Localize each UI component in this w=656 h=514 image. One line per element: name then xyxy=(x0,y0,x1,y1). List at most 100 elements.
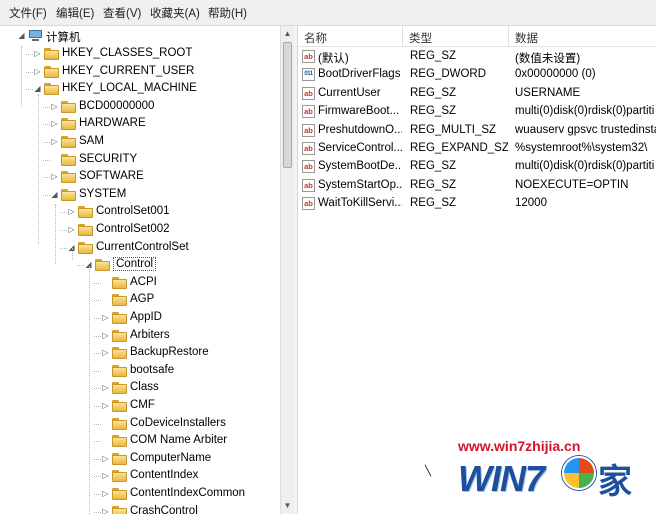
folder-icon xyxy=(95,259,110,272)
tree-node-label: CMF xyxy=(130,399,155,411)
tree-node[interactable]: ▷ CMF xyxy=(0,398,280,415)
mouse-cursor-icon: ╲ xyxy=(425,466,432,477)
expand-icon[interactable]: ▷ xyxy=(50,172,59,182)
column-header-name[interactable]: 名称 xyxy=(304,30,327,46)
tree-node-label: SYSTEM xyxy=(79,187,127,200)
expand-icon[interactable]: ▷ xyxy=(101,489,110,499)
watermark-logo-text: WIN7 xyxy=(458,458,545,499)
folder-icon xyxy=(112,435,127,448)
tree-node[interactable]: ▷ ControlSet001 xyxy=(0,204,280,221)
menu-bar: 文件(F) 编辑(E) 查看(V) 收藏夹(A) 帮助(H) xyxy=(0,0,656,26)
tree-node[interactable]: ▷ Class xyxy=(0,380,280,397)
folder-icon xyxy=(61,153,76,166)
expand-icon[interactable]: ▷ xyxy=(101,383,110,393)
expand-icon[interactable]: ▷ xyxy=(33,67,42,77)
folder-icon xyxy=(78,206,93,219)
folder-icon xyxy=(112,400,127,412)
tree-node[interactable]: ▷ HKEY_CURRENT_USER xyxy=(0,64,280,81)
value-row[interactable]: ab WaitToKillServi... REG_SZ 12000 xyxy=(298,195,656,213)
expand-icon[interactable]: ▷ xyxy=(101,331,110,341)
collapse-icon[interactable]: ◢ xyxy=(17,31,26,41)
expand-icon[interactable]: ▷ xyxy=(67,225,76,235)
expand-icon[interactable]: ▷ xyxy=(50,137,59,147)
tree-node[interactable]: ▷ SAM xyxy=(0,134,280,151)
scroll-thumb[interactable] xyxy=(283,42,292,168)
tree-node[interactable]: CoDeviceInstallers xyxy=(0,416,280,433)
expand-icon[interactable]: ▷ xyxy=(33,49,42,59)
tree-node[interactable]: COM Name Arbiter xyxy=(0,433,280,450)
column-header-type[interactable]: 类型 xyxy=(409,30,432,46)
value-type: REG_SZ xyxy=(410,160,457,173)
tree-node[interactable]: bootsafe xyxy=(0,363,280,380)
tree-scrollbar[interactable]: ▲ ▼ xyxy=(280,26,294,514)
tree-node[interactable]: AGP xyxy=(0,292,280,309)
tree-node-computer[interactable]: ◢ 计算机 xyxy=(0,28,200,45)
tree-node[interactable]: SECURITY xyxy=(0,152,280,169)
menu-favorites[interactable]: 收藏夹(A) xyxy=(150,5,200,21)
tree-node[interactable]: ◢ SYSTEM xyxy=(0,187,280,204)
tree-node-label: HARDWARE xyxy=(79,117,146,130)
tree-node[interactable]: ◢ CurrentControlSet xyxy=(0,240,280,257)
menu-help[interactable]: 帮助(H) xyxy=(208,5,247,21)
menu-file[interactable]: 文件(F) xyxy=(9,5,47,21)
tree-node-label: BCD00000000 xyxy=(79,99,155,112)
menu-edit[interactable]: 编辑(E) xyxy=(56,5,94,21)
expand-icon[interactable]: ▷ xyxy=(101,471,110,481)
value-row[interactable]: ab FirmwareBoot... REG_SZ multi(0)disk(0)rd… xyxy=(298,103,656,121)
column-header-data[interactable]: 数据 xyxy=(515,30,538,46)
value-row[interactable]: ab ServiceControl... REG_EXPAND_SZ %systemr… xyxy=(298,140,656,158)
tree-node[interactable]: ACPI xyxy=(0,275,280,292)
value-row[interactable]: ab SystemStartOp... REG_SZ NOEXECUTE=OPTIN xyxy=(298,177,656,195)
value-name: WaitToKillServi... xyxy=(318,197,402,210)
tree-node[interactable]: ▷ AppID xyxy=(0,310,280,327)
tree-node-label: CoDeviceInstallers xyxy=(130,416,226,429)
scroll-down-icon[interactable]: ▼ xyxy=(283,501,292,511)
tree-node-label: ContentIndexCommon xyxy=(130,487,246,499)
expand-icon[interactable]: ▷ xyxy=(101,348,110,358)
expand-icon[interactable]: ▷ xyxy=(101,454,110,464)
menu-view[interactable]: 查看(V) xyxy=(103,5,141,21)
tree-node[interactable]: ▷ HARDWARE xyxy=(0,116,280,133)
folder-icon xyxy=(112,294,127,307)
tree-node[interactable]: ▷ Arbiters xyxy=(0,328,280,345)
tree-node-label: Arbiters xyxy=(130,328,170,341)
tree-node-label: BackupRestore xyxy=(130,346,209,359)
tree-node[interactable]: ▷ SOFTWARE xyxy=(0,169,280,186)
value-row[interactable]: ab SystemBootDe... REG_SZ multi(0)disk(0)rd… xyxy=(298,158,656,176)
expand-icon[interactable]: ▷ xyxy=(101,507,110,514)
value-row[interactable]: ab PreshutdownO... REG_MULTI_SZ wuauserv gp… xyxy=(298,122,656,140)
expand-icon[interactable]: ▷ xyxy=(50,119,59,129)
value-name: ServiceControl... xyxy=(318,142,402,154)
tree-node-label: Control xyxy=(113,257,157,272)
value-row[interactable]: ab CurrentUser REG_SZ USERNAME xyxy=(298,85,656,103)
tree-node-label: AppID xyxy=(130,311,162,323)
tree-node[interactable]: ◢ Control xyxy=(0,257,280,274)
tree-node[interactable]: ▷ ComputerName xyxy=(0,451,280,468)
folder-icon xyxy=(44,83,59,96)
value-data: USERNAME xyxy=(515,86,581,99)
tree-node[interactable]: ▷ BackupRestore xyxy=(0,345,280,362)
collapse-icon[interactable]: ◢ xyxy=(50,190,59,200)
value-type: REG_EXPAND_SZ xyxy=(410,142,508,154)
tree-node-label: CurrentControlSet xyxy=(96,240,189,253)
scroll-up-icon[interactable]: ▲ xyxy=(283,29,292,39)
value-type: REG_SZ xyxy=(410,86,457,99)
expand-icon[interactable]: ▷ xyxy=(101,313,110,323)
expand-icon[interactable]: ▷ xyxy=(101,401,110,411)
string-value-icon: ab xyxy=(302,142,315,155)
tree-node[interactable]: ▷ ControlSet002 xyxy=(0,222,280,239)
tree-node[interactable]: ◢ HKEY_LOCAL_MACHINE xyxy=(0,81,280,98)
value-row[interactable]: ab (默认) REG_SZ (数值未设置) xyxy=(298,48,656,66)
expand-icon[interactable]: ▷ xyxy=(67,207,76,217)
tree-node[interactable]: ▷ ContentIndexCommon xyxy=(0,486,280,503)
tree-node[interactable]: ▷ ContentIndex xyxy=(0,468,280,485)
tree-node[interactable]: ▷ CrashControl xyxy=(0,504,280,514)
tree-node[interactable]: ▷ BCD00000000 xyxy=(0,99,280,116)
tree-node[interactable]: ▷ HKEY_CLASSES_ROOT xyxy=(0,46,280,63)
folder-icon xyxy=(61,136,76,148)
folder-icon xyxy=(112,382,127,395)
collapse-icon[interactable]: ◢ xyxy=(33,84,42,94)
value-row[interactable]: 011 BootDriverFlags REG_DWORD 0x00000000 (0… xyxy=(298,66,656,84)
expand-icon[interactable]: ▷ xyxy=(50,102,59,112)
value-name: SystemBootDe... xyxy=(318,160,402,173)
